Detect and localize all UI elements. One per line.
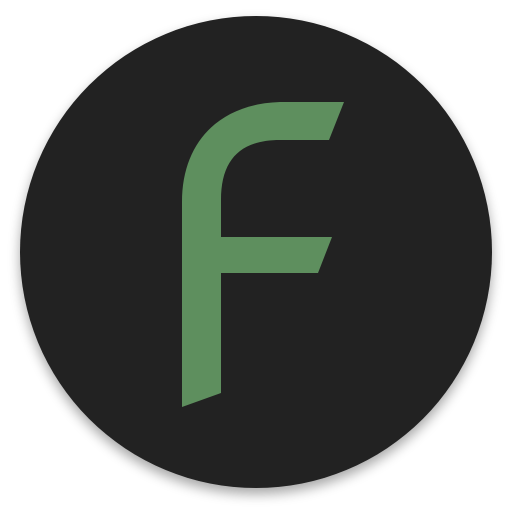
app-icon-canvas — [0, 0, 512, 512]
letter-f-logo-icon — [20, 16, 492, 488]
app-icon — [0, 0, 512, 512]
